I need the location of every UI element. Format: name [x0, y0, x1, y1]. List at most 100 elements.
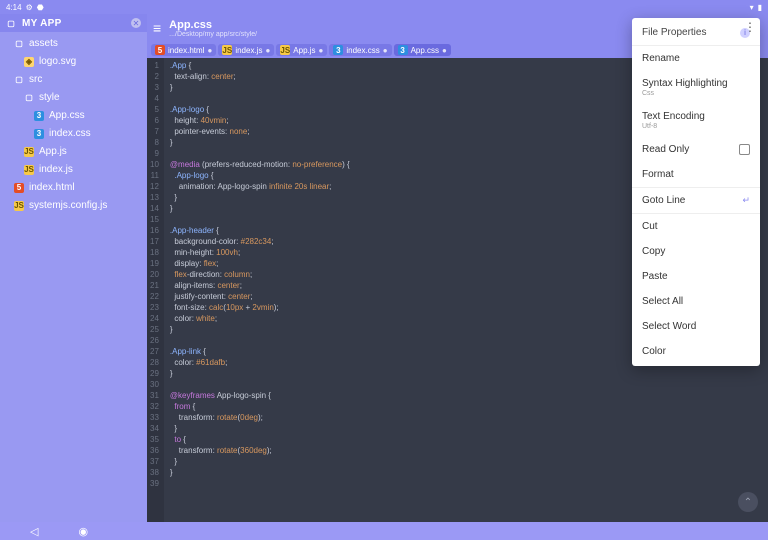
tab-label: index.css [346, 46, 379, 55]
gear-icon: ⚙ [26, 3, 33, 12]
tree-item[interactable]: 5 index.html [0, 179, 147, 197]
menu-item-label: Select All [642, 296, 683, 307]
menu-item-label: Read Only [642, 144, 689, 155]
menu-item[interactable]: Rename [632, 46, 760, 71]
css-icon: 3 [34, 129, 44, 139]
android-navbar: ◁ ◉ [0, 522, 768, 540]
checkbox[interactable] [739, 144, 750, 155]
tree-item-label: App.css [49, 109, 85, 123]
tree-item[interactable]: JS systemjs.config.js [0, 197, 147, 215]
tree-item[interactable]: ▢ src [0, 71, 147, 89]
tree-item[interactable]: 3 index.css [0, 125, 147, 143]
sidebar: ▢ MY APP ✕ ▢ assets ◈ logo.svg ▢ src ▢ style 3 Ap… [0, 14, 147, 522]
menu-item-label: Syntax Highlighting [642, 78, 728, 89]
menu-item[interactable]: Select All [632, 289, 760, 314]
tab-close-icon[interactable]: ● [319, 46, 324, 55]
menu-item[interactable]: Syntax HighlightingCss [632, 71, 760, 104]
menu-item-label: Text Encoding [642, 111, 705, 122]
css-icon: 3 [333, 45, 343, 55]
editor-tab[interactable]: 5index.html● [151, 44, 216, 56]
tree-item-label: logo.svg [39, 55, 76, 69]
wifi-icon: ▾ [750, 3, 754, 12]
tab-label: App.js [293, 46, 315, 55]
folder-icon: ▢ [14, 39, 24, 49]
tab-close-icon[interactable]: ● [383, 46, 388, 55]
html-icon: 5 [14, 183, 24, 193]
tab-close-icon[interactable]: ● [265, 46, 270, 55]
project-header[interactable]: ▢ MY APP ✕ [0, 14, 147, 32]
tree-item-label: assets [29, 37, 58, 51]
nav-back-icon[interactable]: ◁ [30, 525, 38, 538]
status-time: 4:14 [6, 3, 22, 12]
menu-item-label: Color [642, 346, 666, 357]
menu-item[interactable]: Format [632, 162, 760, 187]
editor-tab[interactable]: 3App.css● [394, 44, 451, 56]
tree-item-label: systemjs.config.js [29, 199, 107, 213]
file-tree: ▢ assets ◈ logo.svg ▢ src ▢ style 3 App.css 3 index… [0, 32, 147, 218]
tree-item[interactable]: ▢ assets [0, 35, 147, 53]
tree-item[interactable]: ▢ style [0, 89, 147, 107]
folder-icon: ▢ [24, 93, 34, 103]
tree-item[interactable]: 3 App.css [0, 107, 147, 125]
enter-icon: ↵ [742, 195, 750, 206]
menu-item[interactable]: Text EncodingUtf-8 [632, 104, 760, 137]
svg-icon: ◈ [24, 57, 34, 67]
menu-item[interactable]: Paste [632, 264, 760, 289]
menu-item[interactable]: Goto Line ↵ [632, 188, 760, 213]
menu-header: File Properties i [632, 20, 760, 45]
more-icon[interactable]: ⋮ [744, 20, 756, 34]
menu-item-sublabel: Css [642, 90, 728, 97]
context-menu: File Properties i Rename Syntax Highlight… [632, 18, 760, 366]
nav-home-icon[interactable]: ◉ [78, 525, 88, 538]
scroll-up-fab[interactable]: ⌃ [738, 492, 758, 512]
tab-close-icon[interactable]: ● [442, 46, 447, 55]
line-gutter: 1234567891011121314151617181920212223242… [147, 58, 164, 522]
tab-label: App.css [411, 46, 439, 55]
menu-header-label: File Properties [642, 27, 706, 38]
tab-label: index.html [168, 46, 204, 55]
menu-item[interactable]: Select Word [632, 314, 760, 339]
tab-close-icon[interactable]: ● [207, 46, 212, 55]
menu-item-label: Rename [642, 53, 680, 64]
tree-item-label: index.css [49, 127, 91, 141]
menu-item-sublabel: Utf-8 [642, 123, 705, 130]
tab-label: index.js [235, 46, 262, 55]
battery-icon: ▮ [758, 3, 762, 12]
menu-item[interactable]: Cut [632, 214, 760, 239]
menu-item-label: Paste [642, 271, 668, 282]
menu-item-label: Goto Line [642, 195, 685, 206]
tree-item[interactable]: ◈ logo.svg [0, 53, 147, 71]
js-icon: JS [24, 165, 34, 175]
tree-item-label: index.html [29, 181, 75, 195]
menu-item-label: Select Word [642, 321, 696, 332]
menu-item-label: Cut [642, 221, 658, 232]
tree-item[interactable]: JS App.js [0, 143, 147, 161]
close-project-icon[interactable]: ✕ [131, 18, 141, 28]
tree-item-label: style [39, 91, 60, 105]
status-bar: 4:14 ⚙ ⬣ ▾ ▮ [0, 0, 768, 14]
css-icon: 3 [398, 45, 408, 55]
editor-tab[interactable]: 3index.css ● [329, 44, 391, 56]
html-icon: 5 [155, 45, 165, 55]
menu-item-label: Format [642, 169, 674, 180]
menu-item[interactable]: Read Only [632, 137, 760, 162]
js-icon: JS [14, 201, 24, 211]
folder-icon: ▢ [6, 18, 16, 28]
css-icon: 3 [34, 111, 44, 121]
tree-item-label: src [29, 73, 42, 87]
editor-tab[interactable]: JSindex.js● [218, 44, 274, 56]
editor-file-path: .../Desktop/my app/src/style/ [169, 31, 257, 38]
hamburger-icon[interactable]: ≡ [153, 20, 161, 36]
tree-item[interactable]: JS index.js [0, 161, 147, 179]
js-icon: JS [280, 45, 290, 55]
tree-item-label: App.js [39, 145, 67, 159]
code-content[interactable]: .App { text-align: center;}.App-logo { h… [164, 58, 356, 522]
js-icon: JS [24, 147, 34, 157]
editor-file-title: App.css [169, 19, 257, 31]
tree-item-label: index.js [39, 163, 73, 177]
folder-icon: ▢ [14, 75, 24, 85]
menu-item[interactable]: Color [632, 339, 760, 364]
menu-item[interactable]: Copy [632, 239, 760, 264]
menu-item-label: Copy [642, 246, 665, 257]
editor-tab[interactable]: JSApp.js ● [276, 44, 327, 56]
